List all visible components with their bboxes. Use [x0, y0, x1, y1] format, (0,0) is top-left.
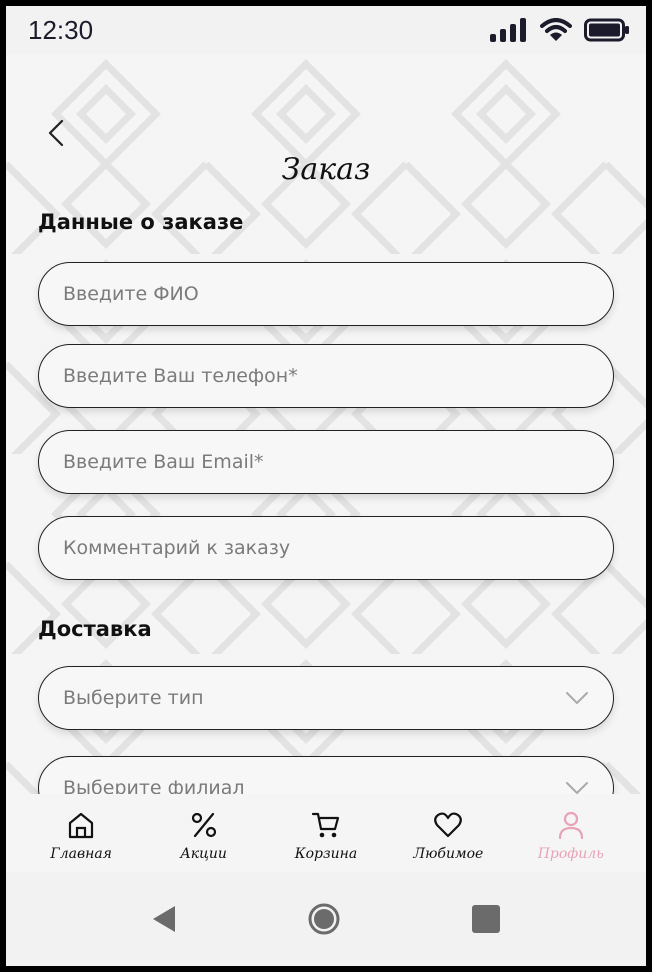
nav-item-cart[interactable]: Корзина [271, 794, 381, 862]
wifi-icon [540, 18, 572, 41]
status-bar: 12:30 [6, 6, 646, 54]
recents-square-icon[interactable] [471, 904, 501, 934]
email-field[interactable] [38, 430, 614, 494]
phone-screen: 12:30 Заказ Данные о заказе Введите ФИО … [6, 6, 646, 966]
comment-field[interactable] [38, 516, 614, 580]
comment-input[interactable] [63, 537, 589, 559]
back-button[interactable] [42, 116, 70, 150]
nav-item-home[interactable]: Главная [26, 794, 136, 862]
nav-label: Главная [50, 846, 112, 862]
bottom-navigation: Главная Акции Корзина Любимое Профиль [6, 794, 646, 872]
nav-label: Профиль [537, 846, 604, 862]
system-navigation-bar [6, 872, 646, 966]
nav-item-promotions[interactable]: Акции [149, 794, 259, 862]
percent-icon [191, 812, 216, 838]
branch-select[interactable]: Выберите филиал [38, 756, 614, 794]
signal-icon [490, 18, 526, 42]
status-time: 12:30 [28, 14, 94, 45]
home-icon [69, 812, 94, 839]
heart-icon [434, 812, 463, 838]
scroll-clip: Выберите филиал [6, 746, 646, 794]
nav-item-profile[interactable]: Профиль [516, 794, 626, 862]
delivery-type-placeholder: Выберите тип [63, 687, 204, 709]
email-input[interactable] [63, 451, 589, 473]
order-section-title: Данные о заказе [38, 210, 244, 234]
page-title: Заказ [281, 152, 371, 187]
delivery-type-select[interactable]: Выберите тип [38, 666, 614, 730]
nav-label: Корзина [294, 846, 358, 862]
battery-icon [584, 18, 629, 42]
full-name-field[interactable] [38, 262, 614, 326]
status-icons [490, 18, 630, 42]
nav-label: Любимое [413, 846, 484, 862]
cart-icon [311, 812, 340, 838]
phone-input[interactable] [63, 365, 589, 387]
full-name-input[interactable] [63, 283, 589, 305]
user-icon [558, 811, 583, 840]
chevron-down-icon [566, 692, 588, 705]
nav-item-favorites[interactable]: Любимое [393, 794, 503, 862]
home-circle-icon[interactable] [307, 902, 341, 936]
branch-placeholder: Выберите филиал [63, 777, 245, 794]
phone-field[interactable] [38, 344, 614, 408]
chevron-down-icon [566, 782, 588, 794]
delivery-section-title: Доставка [38, 617, 152, 641]
back-triangle-icon[interactable] [151, 904, 177, 934]
chevron-left-icon [48, 119, 64, 147]
nav-label: Акции [180, 846, 227, 862]
